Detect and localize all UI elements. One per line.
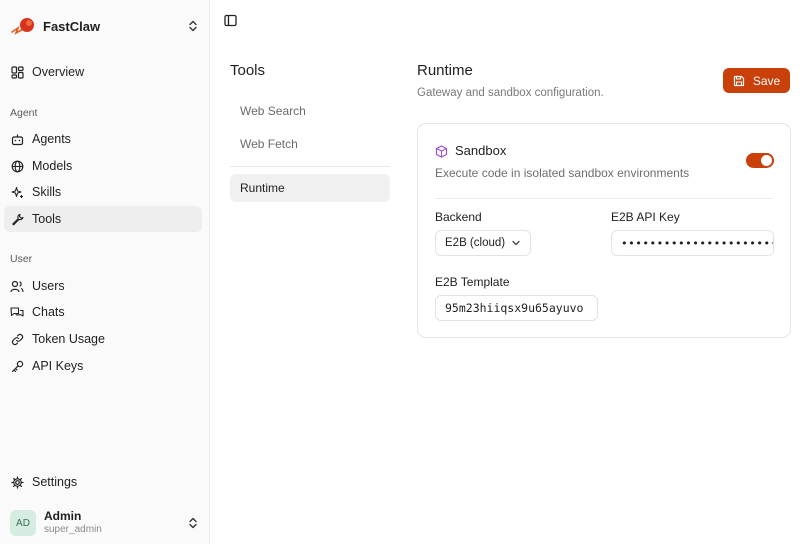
tools-nav-title: Tools [230, 62, 266, 79]
backend-select-value: E2B (cloud) [445, 237, 506, 249]
fastclaw-logo-icon [10, 16, 36, 36]
user-name: Admin [44, 509, 82, 523]
users-icon [10, 279, 24, 293]
sidebar-item-models[interactable]: Models [4, 153, 202, 179]
workspace-switcher[interactable]: FastClaw [10, 14, 200, 38]
avatar: AD [10, 510, 36, 536]
link-icon [10, 332, 24, 346]
sidebar-item-api-keys[interactable]: API Keys [4, 353, 202, 379]
sidebar-item-label: Skills [32, 185, 62, 199]
sandbox-card: Sandbox Execute code in isolated sandbox… [417, 123, 791, 338]
save-icon [733, 75, 745, 87]
tools-nav-runtime[interactable]: Runtime [230, 174, 390, 202]
toggle-knob [761, 155, 772, 166]
sidebar-item-chats[interactable]: Chats [4, 299, 202, 325]
messages-icon [10, 305, 24, 319]
save-button-label: Save [752, 73, 781, 88]
sandbox-description: Execute code in isolated sandbox environ… [435, 166, 690, 180]
sparkles-icon [10, 185, 24, 199]
sidebar-item-label: Overview [32, 65, 85, 79]
section-label-agent: Agent [10, 107, 38, 119]
user-role: super_admin [44, 524, 102, 535]
template-label: E2B Template [435, 275, 510, 289]
api-key-label: E2B API Key [611, 210, 680, 224]
globe-icon [10, 159, 24, 173]
wrench-icon [10, 212, 24, 226]
sandbox-title: Sandbox [455, 143, 507, 158]
template-input[interactable]: 95m23hiiqsx9u65ayuvo [435, 295, 598, 321]
section-label-user: User [10, 253, 33, 265]
box-icon [435, 145, 448, 158]
bot-icon [10, 132, 24, 146]
sidebar-item-token-usage[interactable]: Token Usage [4, 326, 202, 352]
app-root: FastClaw Overview Agent Agents Models Sk… [0, 0, 800, 544]
save-button[interactable]: Save [723, 68, 790, 93]
sidebar-toggle-icon[interactable] [222, 12, 238, 28]
main-content: Tools Web Search Web Fetch Runtime Runti… [210, 0, 800, 544]
sidebar-item-overview[interactable]: Overview [4, 59, 202, 85]
sidebar-item-label: Token Usage [32, 332, 105, 346]
page-title: Runtime [417, 62, 473, 79]
sidebar-item-label: Chats [32, 305, 65, 319]
user-info: Admin super_admin [44, 509, 186, 537]
sidebar-item-label: Users [32, 279, 65, 293]
tools-nav-web-fetch[interactable]: Web Fetch [230, 130, 390, 158]
brand-name: FastClaw [43, 18, 101, 34]
sidebar-item-label: Agents [32, 132, 71, 146]
chevrons-up-down-icon [186, 516, 200, 530]
sandbox-enabled-toggle[interactable] [746, 153, 774, 168]
sidebar-item-label: Settings [32, 475, 78, 489]
sidebar-item-label: Tools [32, 212, 62, 226]
backend-label: Backend [435, 210, 482, 224]
chevron-down-icon [511, 238, 521, 248]
sidebar-item-users[interactable]: Users [4, 273, 202, 299]
sidebar-item-settings[interactable]: Settings [4, 469, 202, 495]
backend-select[interactable]: E2B (cloud) [435, 230, 531, 256]
gear-icon [10, 475, 24, 489]
sidebar-item-skills[interactable]: Skills [4, 179, 202, 205]
page-subtitle: Gateway and sandbox configuration. [417, 87, 604, 99]
api-key-input[interactable]: •••••••••••••••••••••••• [611, 230, 774, 256]
card-divider [435, 198, 773, 199]
sidebar: FastClaw Overview Agent Agents Models Sk… [0, 0, 210, 544]
sidebar-item-tools[interactable]: Tools [4, 206, 202, 232]
sidebar-item-label: Models [32, 159, 73, 173]
tools-nav-web-search[interactable]: Web Search [230, 97, 390, 125]
sidebar-item-label: API Keys [32, 359, 84, 373]
tools-nav-divider [230, 166, 390, 167]
sidebar-item-agents[interactable]: Agents [4, 126, 202, 152]
user-menu[interactable]: AD Admin super_admin [10, 508, 200, 538]
key-icon [10, 359, 24, 373]
chevrons-up-down-icon [186, 19, 200, 33]
layout-dashboard-icon [10, 65, 24, 79]
